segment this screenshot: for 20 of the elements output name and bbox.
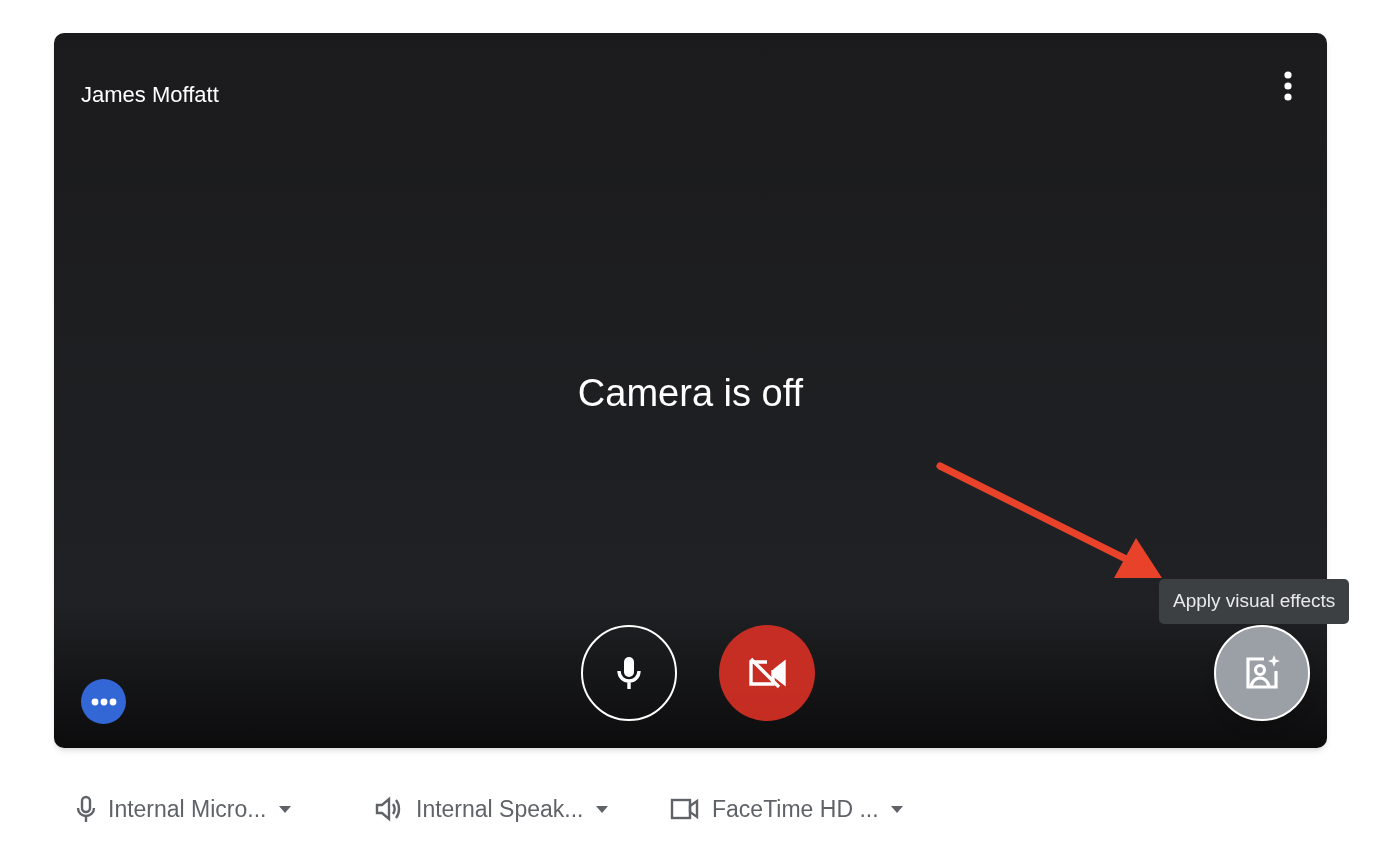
camera-off-icon [746, 656, 787, 690]
device-dropdown[interactable]: Internal Micro... [76, 792, 374, 827]
microphone-icon [76, 795, 96, 824]
microphone-icon [615, 655, 642, 691]
device-dropdown[interactable]: FaceTime HD ... [670, 792, 930, 827]
device-dropdown[interactable]: Internal Speak... [374, 792, 670, 827]
more-vertical-icon [1284, 71, 1292, 101]
dropdown-caret-icon [890, 805, 903, 813]
more-horizontal-icon [90, 697, 117, 706]
tooltip: Apply visual effects [1159, 579, 1350, 624]
dropdown-caret-icon [278, 805, 291, 813]
camera-icon [670, 797, 700, 822]
camera-status-text: Camera is off [577, 371, 804, 416]
participant-name: James Moffatt [81, 81, 219, 109]
dropdown-caret-icon [595, 805, 608, 813]
more-actions-button[interactable] [81, 679, 126, 724]
device-label: Internal Speak... [416, 795, 584, 824]
device-label: Internal Micro... [108, 795, 267, 824]
microphone-button[interactable] [580, 625, 677, 721]
device-label: FaceTime HD ... [712, 795, 879, 824]
